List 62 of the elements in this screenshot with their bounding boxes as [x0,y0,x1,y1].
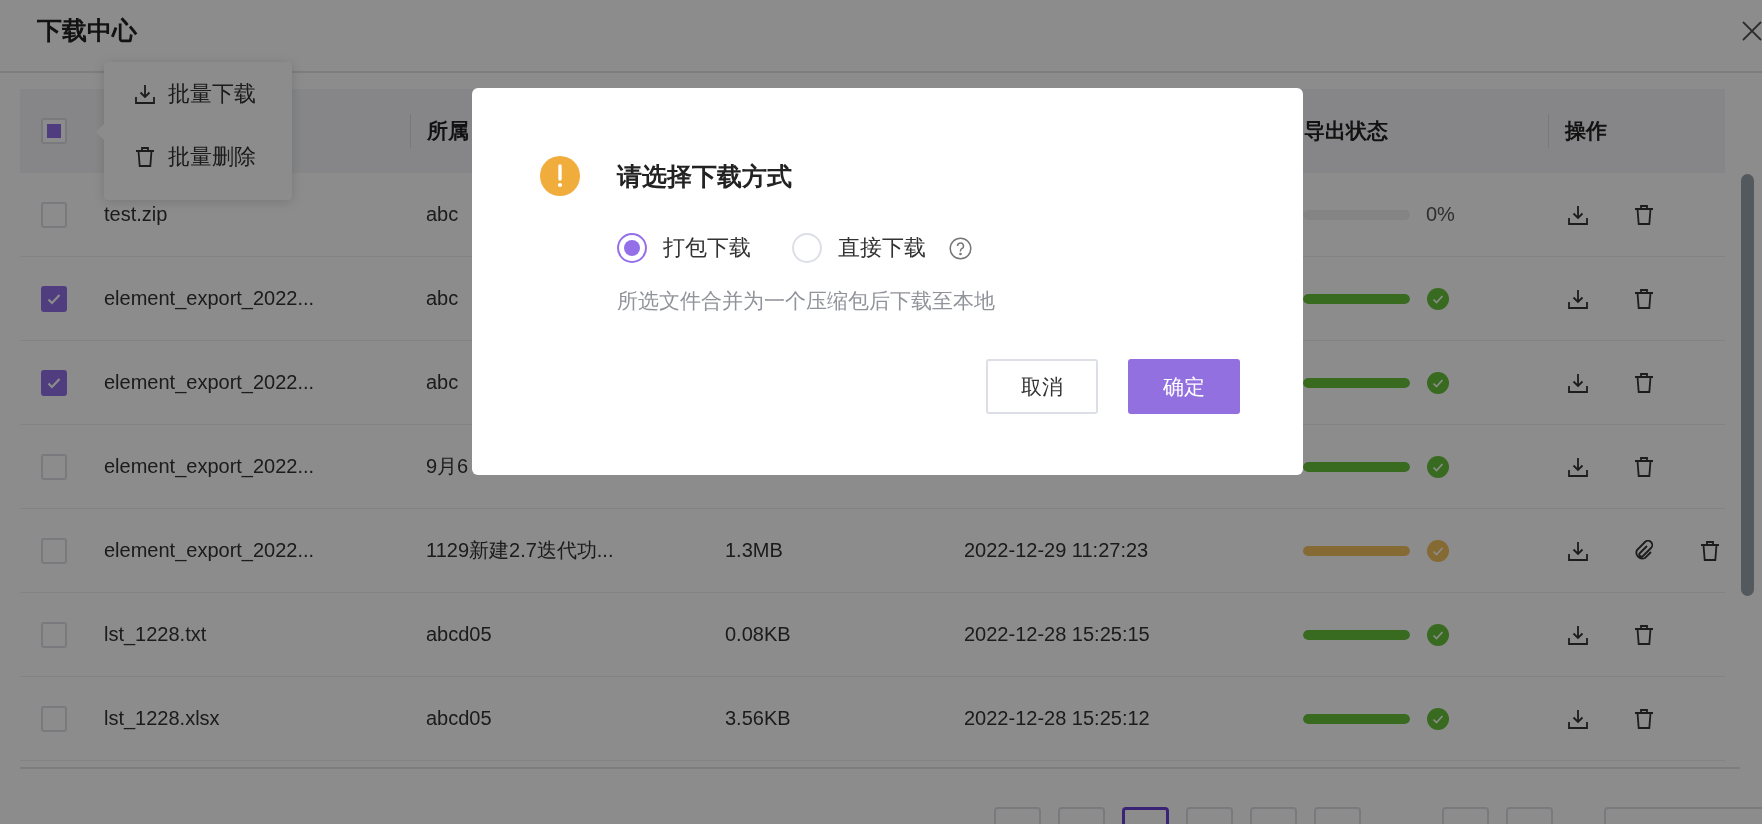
check-circle-icon [1427,623,1449,646]
export-time: 2022-12-28 15:25:12 [964,707,1150,730]
cancel-button[interactable]: 取消 [986,359,1098,414]
column-header: 操作 [1548,114,1725,148]
file-name: element_export_2022... [104,371,315,394]
window-title: 下载中心 [37,15,137,46]
progress-percent: 0% [1426,203,1455,226]
scrollbar[interactable] [1741,174,1754,596]
project-name: abc [426,203,459,226]
check-circle-icon [1427,707,1449,730]
project-name: abcd05 [426,623,492,646]
project-name: abc [426,371,459,394]
dialog-title: 请选择下载方式 [617,160,792,192]
radio-label[interactable]: 打包下载 [663,233,751,263]
project-name: abcd05 [426,707,492,730]
menu-item[interactable]: 批量删除 [168,142,256,172]
row-checkbox[interactable] [41,369,67,396]
download-icon[interactable] [1567,455,1589,478]
trash-icon[interactable] [1699,539,1721,562]
file-name: element_export_2022... [104,287,315,310]
file-name: test.zip [104,203,168,226]
trash-icon[interactable] [1633,203,1655,226]
close-icon[interactable] [1742,20,1762,41]
file-size: 3.56KB [725,707,791,730]
option-description: 所选文件合并为一个压缩包后下载至本地 [617,288,996,314]
file-name: element_export_2022... [104,455,315,478]
file-name: lst_1228.xlsx [104,707,220,730]
help-icon[interactable] [949,236,972,260]
check-circle-icon [1427,371,1449,394]
download-icon[interactable] [1567,623,1589,646]
project-name: 9月6 [426,454,469,479]
trash-icon[interactable] [1633,623,1655,646]
check-circle-icon [1427,287,1449,310]
check-circle-icon [1427,455,1449,478]
confirm-button[interactable]: 确定 [1128,359,1240,414]
radio-label[interactable]: 直接下载 [838,233,926,263]
file-name: element_export_2022... [104,539,315,562]
file-size: 0.08KB [725,623,791,646]
file-size: 1.3MB [725,539,783,562]
warning-icon [540,156,580,196]
check-circle-icon [1427,539,1449,562]
row-checkbox[interactable] [41,285,67,312]
trash-icon [134,146,156,168]
menu-item[interactable]: 批量下载 [168,79,256,109]
download-icon[interactable] [1567,539,1589,562]
download-icon[interactable] [1567,203,1589,226]
project-name: 1129新建2.7迭代功... [426,538,614,563]
select-all-checkbox[interactable] [41,118,67,144]
download-icon [134,83,156,105]
file-name: lst_1228.txt [104,623,207,646]
project-name: abc [426,287,459,310]
trash-icon[interactable] [1633,707,1655,730]
trash-icon[interactable] [1633,287,1655,310]
radio-button[interactable] [617,233,647,263]
download-icon[interactable] [1567,707,1589,730]
download-icon[interactable] [1567,371,1589,394]
export-time: 2022-12-28 15:25:15 [964,623,1150,646]
export-time: 2022-12-29 11:27:23 [964,539,1149,562]
paperclip-icon[interactable] [1633,539,1655,562]
trash-icon[interactable] [1633,455,1655,478]
download-icon[interactable] [1567,287,1589,310]
trash-icon[interactable] [1633,371,1655,394]
